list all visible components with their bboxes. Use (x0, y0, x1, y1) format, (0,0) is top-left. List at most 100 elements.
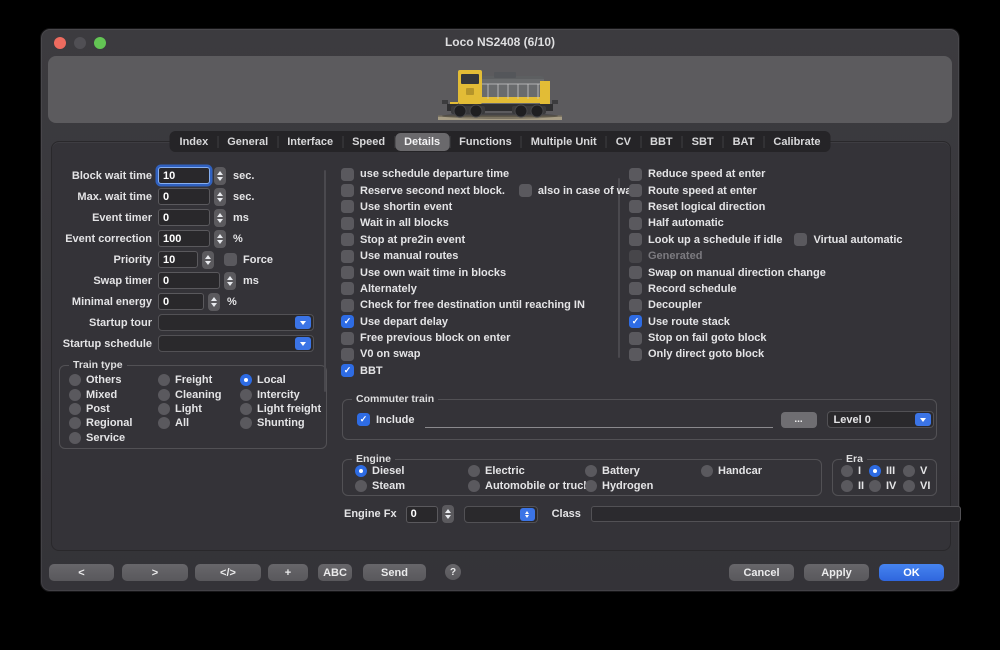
half-automatic-checkbox[interactable] (629, 217, 642, 230)
engine-fx-combobox[interactable] (464, 506, 538, 523)
radio-steam[interactable] (355, 480, 367, 492)
tab-interface[interactable]: Interface (278, 133, 342, 151)
event-correction-input[interactable] (158, 230, 210, 247)
virtual-automatic-checkbox[interactable] (794, 233, 807, 246)
check-free-destination-checkbox[interactable] (341, 299, 354, 312)
class-input[interactable] (591, 506, 961, 522)
commuter-path-input[interactable] (425, 412, 773, 428)
look-up-schedule-if-idle-checkbox[interactable] (629, 233, 642, 246)
radio-shunting[interactable] (240, 417, 252, 429)
radio-light[interactable] (158, 403, 170, 415)
stepper-control[interactable] (214, 230, 226, 248)
radio-all[interactable] (158, 417, 170, 429)
tab-multiple-unit[interactable]: Multiple Unit (522, 133, 606, 151)
wait-in-all-blocks-checkbox[interactable] (341, 217, 354, 230)
engine-fx-input[interactable] (406, 506, 438, 523)
use-schedule-departure-time-checkbox[interactable] (341, 168, 354, 181)
tab-calibrate[interactable]: Calibrate (764, 133, 829, 151)
radio-battery[interactable] (585, 465, 597, 477)
radio-electric[interactable] (468, 465, 480, 477)
decoupler-checkbox[interactable] (629, 299, 642, 312)
radio-handcar[interactable] (701, 465, 713, 477)
tab-speed[interactable]: Speed (343, 133, 394, 151)
apply-button[interactable]: Apply (804, 564, 869, 581)
abc-button[interactable]: ABC (318, 564, 352, 581)
tab-general[interactable]: General (218, 133, 277, 151)
tab-functions[interactable]: Functions (450, 133, 521, 151)
browse-button[interactable]: ... (781, 412, 817, 428)
chevron-down-icon[interactable] (915, 413, 931, 426)
max-wait-time-input[interactable] (158, 188, 210, 205)
tab-sbt[interactable]: SBT (683, 133, 723, 151)
stepper-control[interactable] (224, 272, 236, 290)
record-schedule-checkbox[interactable] (629, 282, 642, 295)
radio-era-ii[interactable] (841, 480, 853, 492)
up-down-chevron-icon[interactable] (520, 508, 535, 521)
level-dropdown[interactable]: Level 0 (827, 411, 934, 428)
radio-diesel[interactable] (355, 465, 367, 477)
tab-bbt[interactable]: BBT (641, 133, 682, 151)
v0-on-swap-checkbox[interactable] (341, 348, 354, 361)
code-button[interactable]: </> (195, 564, 261, 581)
cancel-button[interactable]: Cancel (729, 564, 794, 581)
tab-cv[interactable]: CV (607, 133, 640, 151)
tab-details[interactable]: Details (395, 133, 449, 151)
radio-era-iv[interactable] (869, 480, 881, 492)
swap-on-manual-direction-change-checkbox[interactable] (629, 266, 642, 279)
radio-era-v[interactable] (903, 465, 915, 477)
reduce-speed-at-enter-checkbox[interactable] (629, 168, 642, 181)
minimize-window-button[interactable] (74, 37, 86, 49)
alternately-checkbox[interactable] (341, 282, 354, 295)
startup-tour-dropdown[interactable] (158, 314, 314, 331)
radio-service[interactable] (69, 432, 81, 444)
ok-button[interactable]: OK (879, 564, 944, 581)
force-checkbox[interactable] (224, 253, 237, 266)
radio-others[interactable] (69, 374, 81, 386)
use-route-stack-checkbox[interactable] (629, 315, 642, 328)
prev-button[interactable]: < (49, 564, 114, 581)
radio-intercity[interactable] (240, 389, 252, 401)
radio-post[interactable] (69, 403, 81, 415)
radio-cleaning[interactable] (158, 389, 170, 401)
radio-automobile-or-truck[interactable] (468, 480, 480, 492)
reset-logical-direction-checkbox[interactable] (629, 200, 642, 213)
radio-era-vi[interactable] (903, 480, 915, 492)
radio-era-i[interactable] (841, 465, 853, 477)
radio-freight[interactable] (158, 374, 170, 386)
swap-timer-input[interactable] (158, 272, 220, 289)
free-previous-block-checkbox[interactable] (341, 332, 354, 345)
radio-hydrogen[interactable] (585, 480, 597, 492)
block-wait-time-input[interactable] (158, 167, 210, 184)
tab-bat[interactable]: BAT (724, 133, 764, 151)
also-in-case-of-wait-checkbox[interactable] (519, 184, 532, 197)
add-button[interactable]: + (268, 564, 308, 581)
radio-light-freight[interactable] (240, 403, 252, 415)
use-shortin-event-checkbox[interactable] (341, 200, 354, 213)
chevron-down-icon[interactable] (295, 337, 311, 350)
event-timer-input[interactable] (158, 209, 210, 226)
use-own-wait-time-checkbox[interactable] (341, 266, 354, 279)
stop-on-fail-goto-block-checkbox[interactable] (629, 332, 642, 345)
only-direct-goto-block-checkbox[interactable] (629, 348, 642, 361)
help-button[interactable]: ? (445, 564, 461, 580)
tab-index[interactable]: Index (171, 133, 218, 151)
route-speed-at-enter-checkbox[interactable] (629, 184, 642, 197)
zoom-window-button[interactable] (94, 37, 106, 49)
stepper-control[interactable] (214, 167, 226, 185)
stepper-control[interactable] (202, 251, 214, 269)
stepper-control[interactable] (208, 293, 220, 311)
close-window-button[interactable] (54, 37, 66, 49)
stepper-control[interactable] (214, 209, 226, 227)
next-button[interactable]: > (122, 564, 188, 581)
priority-input[interactable] (158, 251, 198, 268)
use-manual-routes-checkbox[interactable] (341, 250, 354, 263)
include-checkbox[interactable] (357, 413, 370, 426)
bbt-checkbox[interactable] (341, 364, 354, 377)
minimal-energy-input[interactable] (158, 293, 204, 310)
send-button[interactable]: Send (363, 564, 426, 581)
stepper-control[interactable] (214, 188, 226, 206)
startup-schedule-dropdown[interactable] (158, 335, 314, 352)
chevron-down-icon[interactable] (295, 316, 311, 329)
radio-mixed[interactable] (69, 389, 81, 401)
radio-local[interactable] (240, 374, 252, 386)
